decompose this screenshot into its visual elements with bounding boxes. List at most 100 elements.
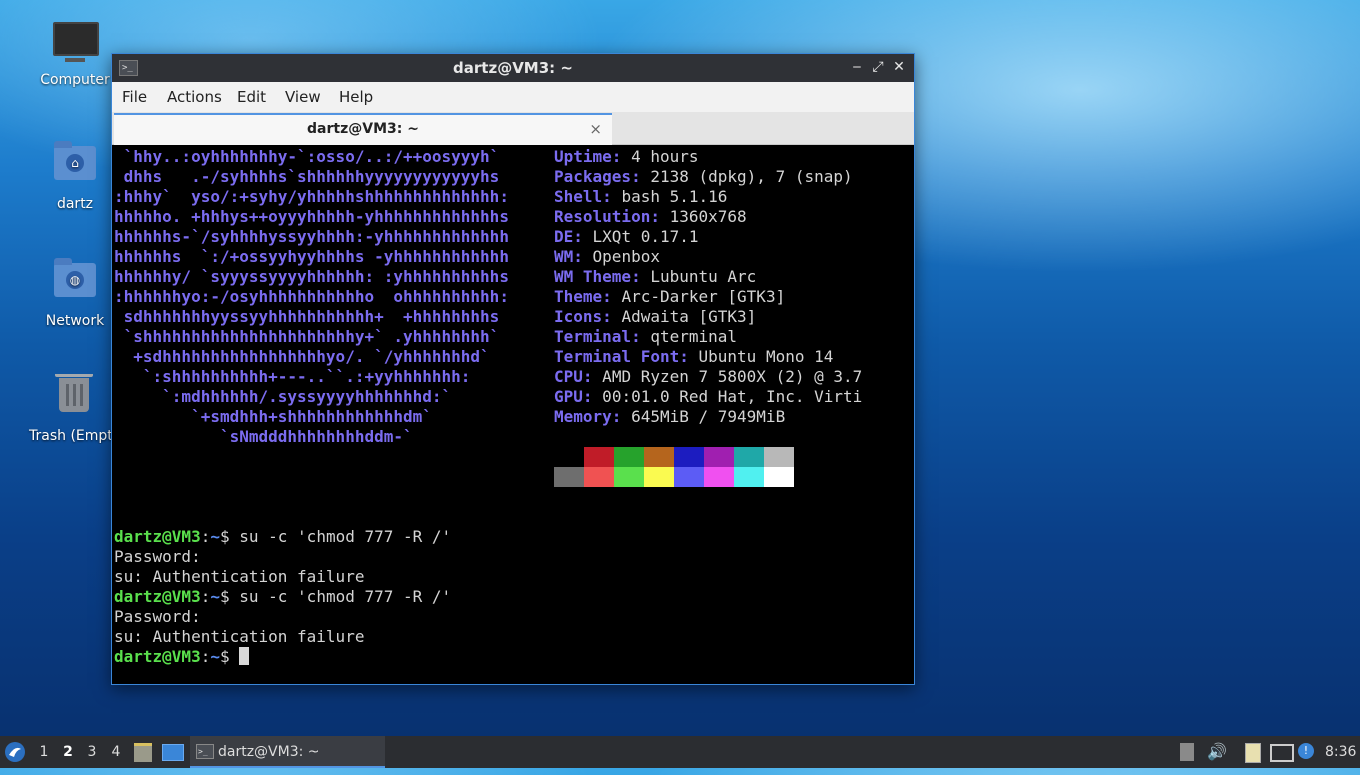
terminal-window: >_ dartz@VM3: ~ ‒ ⤢ ✕ File Actions Edit … bbox=[111, 53, 915, 685]
ascii-logo-line: :hhhhhhyo:-/osyhhhhhhhhhhho ohhhhhhhhhh: bbox=[114, 287, 509, 306]
maximize-button[interactable]: ⤢ bbox=[869, 58, 887, 76]
palette-swatch bbox=[734, 447, 764, 467]
desktop-icon-label: Trash (Empty) bbox=[29, 428, 115, 444]
taskbar-task-terminal[interactable]: >_ dartz@VM3: ~ bbox=[190, 736, 385, 768]
palette-swatch bbox=[704, 467, 734, 487]
prompt-path: ~ bbox=[210, 647, 220, 666]
show-desktop-icon bbox=[162, 744, 184, 761]
sysinfo-line: Theme: Arc-Darker [GTK3] bbox=[554, 287, 785, 307]
sysinfo-colon: : bbox=[650, 207, 660, 226]
prompt-line: dartz@VM3:~$ bbox=[114, 647, 250, 667]
sysinfo-colon: : bbox=[602, 287, 612, 306]
sysinfo-line: WM: Openbox bbox=[554, 247, 660, 267]
sysinfo-key: DE bbox=[554, 227, 574, 246]
show-desktop-button[interactable] bbox=[162, 736, 184, 768]
palette-swatch bbox=[764, 467, 794, 487]
output-text: Password: bbox=[114, 547, 201, 566]
sysinfo-colon: : bbox=[582, 367, 593, 386]
sysinfo-value: qterminal bbox=[640, 327, 738, 346]
ascii-logo-line: hhhhho. +hhhys++oyyyhhhhh-yhhhhhhhhhhhhh… bbox=[114, 207, 509, 226]
palette-swatch bbox=[554, 467, 584, 487]
workspace-1[interactable]: 1 bbox=[33, 736, 55, 768]
sysinfo-key: GPU bbox=[554, 387, 583, 406]
update-notifier-icon[interactable] bbox=[1180, 743, 1194, 761]
menu-bar: File Actions Edit View Help bbox=[112, 82, 914, 112]
ascii-logo-line: hhhhhhy/ `syyyssyyyyhhhhhh: :yhhhhhhhhhh… bbox=[114, 267, 509, 286]
file-manager-launcher[interactable] bbox=[134, 736, 154, 768]
sysinfo-key: WM Theme bbox=[554, 267, 632, 286]
palette-swatch bbox=[614, 467, 644, 487]
sysinfo-value: AMD Ryzen 7 5800X (2) @ 3.7 bbox=[592, 367, 863, 386]
network-folder-icon: ◍ bbox=[53, 258, 97, 307]
ascii-logo-line: dhhs .-/syhhhhs`shhhhhhyyyyyyyyyyyyhs bbox=[114, 167, 500, 186]
palette-swatch bbox=[674, 467, 704, 487]
palette-swatch bbox=[644, 467, 674, 487]
prompt-colon: : bbox=[200, 527, 211, 546]
output-line: su: Authentication failure bbox=[114, 627, 364, 647]
sysinfo-value: 645MiB / 7949MiB bbox=[621, 407, 786, 426]
desktop-icon-trash[interactable]: Trash (Empty) bbox=[25, 374, 115, 444]
workspace-2[interactable]: 2 bbox=[57, 736, 79, 768]
volume-icon[interactable]: 🔊 bbox=[1207, 743, 1227, 761]
sysinfo-line: CPU: AMD Ryzen 7 5800X (2) @ 3.7 bbox=[554, 367, 862, 387]
clock[interactable]: 8:36 bbox=[1325, 736, 1356, 768]
text-cursor bbox=[239, 647, 250, 665]
clipboard-icon[interactable] bbox=[1245, 743, 1261, 763]
sysinfo-line: Resolution: 1360x768 bbox=[554, 207, 747, 227]
sysinfo-key: Resolution bbox=[554, 207, 651, 226]
output-text: su: Authentication failure bbox=[114, 627, 365, 646]
sysinfo-key: Shell bbox=[554, 187, 603, 206]
sysinfo-colon: : bbox=[573, 247, 583, 266]
sysinfo-key: Icons bbox=[554, 307, 603, 326]
workspace-3[interactable]: 3 bbox=[81, 736, 103, 768]
desktop-icon-computer[interactable]: Computer bbox=[30, 22, 120, 88]
sysinfo-line: Shell: bash 5.1.16 bbox=[554, 187, 727, 207]
menu-help[interactable]: Help bbox=[339, 88, 373, 106]
sysinfo-value: Arc-Darker [GTK3] bbox=[611, 287, 786, 306]
palette-swatch bbox=[614, 447, 644, 467]
sysinfo-line: Memory: 645MiB / 7949MiB bbox=[554, 407, 785, 427]
terminal-output[interactable]: `hhy..:oyhhhhhhhy-`:osso/..:/++oosyyyh` … bbox=[114, 147, 912, 682]
sysinfo-value: 4 hours bbox=[621, 147, 699, 166]
sysinfo-value: 1360x768 bbox=[659, 207, 747, 226]
palette-swatch bbox=[734, 467, 764, 487]
maximize-icon: ⤢ bbox=[872, 59, 884, 75]
desktop-icon-network[interactable]: ◍ Network bbox=[30, 257, 120, 329]
minimize-button[interactable]: ‒ bbox=[848, 58, 866, 76]
menu-view[interactable]: View bbox=[285, 88, 321, 106]
title-bar[interactable]: >_ dartz@VM3: ~ ‒ ⤢ ✕ bbox=[112, 54, 914, 82]
start-menu-button[interactable] bbox=[4, 736, 30, 768]
ascii-logo-line: `hhy..:oyhhhhhhhy-`:osso/..:/++oosyyyh` bbox=[114, 147, 500, 166]
workspace-4[interactable]: 4 bbox=[105, 736, 127, 768]
prompt-user: dartz@VM3 bbox=[114, 647, 201, 666]
ascii-logo-line: hhhhhhs `:/+ossyyhyyhhhhs -yhhhhhhhhhhhh bbox=[114, 247, 509, 266]
network-icon[interactable] bbox=[1270, 744, 1294, 762]
notification-icon[interactable]: ! bbox=[1298, 743, 1314, 759]
desktop-icon-home[interactable]: ⌂ dartz bbox=[30, 140, 120, 212]
taskbar: 1 2 3 4 >_ dartz@VM3: ~ 🔊 ! 8:36 bbox=[0, 736, 1360, 768]
output-line: Password: bbox=[114, 607, 201, 627]
sysinfo-colon: : bbox=[631, 267, 641, 286]
sysinfo-key: Uptime bbox=[554, 147, 612, 166]
ascii-logo-line: `:shhhhhhhhhh+---..``.:+yyhhhhhhh: bbox=[114, 367, 471, 386]
tab-terminal[interactable]: dartz@VM3: ~ × bbox=[114, 113, 612, 145]
output-line: Password: bbox=[114, 547, 201, 567]
menu-edit[interactable]: Edit bbox=[237, 88, 266, 106]
menu-actions[interactable]: Actions bbox=[167, 88, 222, 106]
sysinfo-value: 2138 (dpkg), 7 (snap) bbox=[640, 167, 853, 186]
sysinfo-value: Ubuntu Mono 14 bbox=[688, 347, 834, 366]
menu-file[interactable]: File bbox=[122, 88, 147, 106]
sysinfo-line: Icons: Adwaita [GTK3] bbox=[554, 307, 756, 327]
output-line: su: Authentication failure bbox=[114, 567, 364, 587]
prompt-colon: : bbox=[200, 587, 211, 606]
sysinfo-value: Adwaita [GTK3] bbox=[611, 307, 757, 326]
tab-close-icon[interactable]: × bbox=[589, 115, 602, 143]
prompt-path: ~ bbox=[210, 587, 220, 606]
tab-label: dartz@VM3: ~ bbox=[307, 121, 419, 137]
home-folder-icon: ⌂ bbox=[53, 141, 97, 190]
sysinfo-key: Memory bbox=[554, 407, 612, 426]
prompt-line: dartz@VM3:~$ su -c 'chmod 777 -R /' bbox=[114, 587, 451, 607]
close-button[interactable]: ✕ bbox=[890, 58, 908, 76]
file-manager-icon bbox=[134, 743, 152, 762]
command-text: $ bbox=[219, 647, 240, 666]
